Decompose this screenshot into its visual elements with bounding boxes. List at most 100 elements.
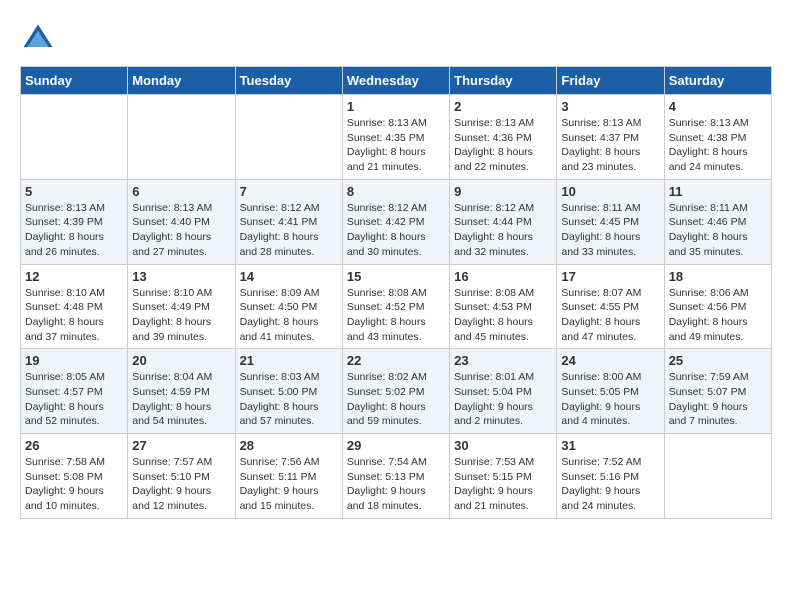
day-content: Sunrise: 8:13 AM Sunset: 4:40 PM Dayligh… — [132, 201, 230, 260]
calendar-cell: 20 Sunrise: 8:04 AM Sunset: 4:59 PM Dayli… — [128, 349, 235, 434]
calendar-cell: 25 Sunrise: 7:59 AM Sunset: 5:07 PM Dayli… — [664, 349, 771, 434]
day-content: Sunrise: 8:08 AM Sunset: 4:52 PM Dayligh… — [347, 286, 445, 345]
day-number: 4 — [669, 99, 767, 114]
day-content: Sunrise: 8:06 AM Sunset: 4:56 PM Dayligh… — [669, 286, 767, 345]
calendar-week-row: 5 Sunrise: 8:13 AM Sunset: 4:39 PM Daylig… — [21, 179, 772, 264]
day-number: 19 — [25, 353, 123, 368]
day-content: Sunrise: 8:12 AM Sunset: 4:41 PM Dayligh… — [240, 201, 338, 260]
day-content: Sunrise: 7:57 AM Sunset: 5:10 PM Dayligh… — [132, 455, 230, 514]
calendar-cell: 8 Sunrise: 8:12 AM Sunset: 4:42 PM Daylig… — [342, 179, 449, 264]
day-content: Sunrise: 8:00 AM Sunset: 5:05 PM Dayligh… — [561, 370, 659, 429]
calendar-cell: 9Sunrise: 8:12 AM Sunset: 4:44 PM Daylig… — [450, 179, 557, 264]
day-number: 5 — [25, 184, 123, 199]
calendar-week-row: 19 Sunrise: 8:05 AM Sunset: 4:57 PM Dayli… — [21, 349, 772, 434]
day-number: 16 — [454, 269, 552, 284]
calendar-cell: 28Sunrise: 7:56 AM Sunset: 5:11 PM Dayli… — [235, 434, 342, 519]
calendar-cell: 23 Sunrise: 8:01 AM Sunset: 5:04 PM Dayli… — [450, 349, 557, 434]
day-header-saturday: Saturday — [664, 67, 771, 95]
calendar-cell: 26Sunrise: 7:58 AM Sunset: 5:08 PM Dayli… — [21, 434, 128, 519]
calendar-table: SundayMondayTuesdayWednesdayThursdayFrid… — [20, 66, 772, 519]
day-number: 20 — [132, 353, 230, 368]
day-content: Sunrise: 8:13 AM Sunset: 4:35 PM Dayligh… — [347, 116, 445, 175]
calendar-cell: 13Sunrise: 8:10 AM Sunset: 4:49 PM Dayli… — [128, 264, 235, 349]
day-number: 12 — [25, 269, 123, 284]
day-content: Sunrise: 7:59 AM Sunset: 5:07 PM Dayligh… — [669, 370, 767, 429]
calendar-cell — [128, 95, 235, 180]
page-header — [20, 20, 772, 56]
day-header-thursday: Thursday — [450, 67, 557, 95]
calendar-cell: 3 Sunrise: 8:13 AM Sunset: 4:37 PM Daylig… — [557, 95, 664, 180]
calendar-cell: 22 Sunrise: 8:02 AM Sunset: 5:02 PM Dayli… — [342, 349, 449, 434]
calendar-cell: 31 Sunrise: 7:52 AM Sunset: 5:16 PM Dayli… — [557, 434, 664, 519]
day-number: 13 — [132, 269, 230, 284]
day-content: Sunrise: 8:11 AM Sunset: 4:45 PM Dayligh… — [561, 201, 659, 260]
calendar-cell: 11 Sunrise: 8:11 AM Sunset: 4:46 PM Dayli… — [664, 179, 771, 264]
calendar-cell: 30 Sunrise: 7:53 AM Sunset: 5:15 PM Dayli… — [450, 434, 557, 519]
day-number: 17 — [561, 269, 659, 284]
day-content: Sunrise: 7:53 AM Sunset: 5:15 PM Dayligh… — [454, 455, 552, 514]
day-content: Sunrise: 8:11 AM Sunset: 4:46 PM Dayligh… — [669, 201, 767, 260]
day-content: Sunrise: 8:04 AM Sunset: 4:59 PM Dayligh… — [132, 370, 230, 429]
calendar-cell: 10 Sunrise: 8:11 AM Sunset: 4:45 PM Dayli… — [557, 179, 664, 264]
calendar-cell: 6 Sunrise: 8:13 AM Sunset: 4:40 PM Daylig… — [128, 179, 235, 264]
day-number: 9 — [454, 184, 552, 199]
day-number: 2 — [454, 99, 552, 114]
calendar-cell: 19 Sunrise: 8:05 AM Sunset: 4:57 PM Dayli… — [21, 349, 128, 434]
calendar-cell: 12 Sunrise: 8:10 AM Sunset: 4:48 PM Dayli… — [21, 264, 128, 349]
calendar-cell: 16 Sunrise: 8:08 AM Sunset: 4:53 PM Dayli… — [450, 264, 557, 349]
calendar-cell: 18 Sunrise: 8:06 AM Sunset: 4:56 PM Dayli… — [664, 264, 771, 349]
calendar-cell: 7 Sunrise: 8:12 AM Sunset: 4:41 PM Daylig… — [235, 179, 342, 264]
day-number: 31 — [561, 438, 659, 453]
calendar-cell: 5 Sunrise: 8:13 AM Sunset: 4:39 PM Daylig… — [21, 179, 128, 264]
calendar-cell: 14 Sunrise: 8:09 AM Sunset: 4:50 PM Dayli… — [235, 264, 342, 349]
day-number: 1 — [347, 99, 445, 114]
day-number: 10 — [561, 184, 659, 199]
day-header-monday: Monday — [128, 67, 235, 95]
calendar-week-row: 26Sunrise: 7:58 AM Sunset: 5:08 PM Dayli… — [21, 434, 772, 519]
day-content: Sunrise: 8:13 AM Sunset: 4:39 PM Dayligh… — [25, 201, 123, 260]
day-content: Sunrise: 8:07 AM Sunset: 4:55 PM Dayligh… — [561, 286, 659, 345]
day-header-friday: Friday — [557, 67, 664, 95]
day-number: 8 — [347, 184, 445, 199]
day-header-wednesday: Wednesday — [342, 67, 449, 95]
calendar-cell: 17 Sunrise: 8:07 AM Sunset: 4:55 PM Dayli… — [557, 264, 664, 349]
day-number: 3 — [561, 99, 659, 114]
day-content: Sunrise: 8:13 AM Sunset: 4:37 PM Dayligh… — [561, 116, 659, 175]
day-content: Sunrise: 8:03 AM Sunset: 5:00 PM Dayligh… — [240, 370, 338, 429]
day-number: 26 — [25, 438, 123, 453]
day-number: 14 — [240, 269, 338, 284]
day-number: 18 — [669, 269, 767, 284]
day-content: Sunrise: 8:08 AM Sunset: 4:53 PM Dayligh… — [454, 286, 552, 345]
day-number: 21 — [240, 353, 338, 368]
day-number: 30 — [454, 438, 552, 453]
day-number: 27 — [132, 438, 230, 453]
day-number: 7 — [240, 184, 338, 199]
day-number: 22 — [347, 353, 445, 368]
logo-icon — [20, 20, 56, 56]
day-content: Sunrise: 8:02 AM Sunset: 5:02 PM Dayligh… — [347, 370, 445, 429]
calendar-cell: 24 Sunrise: 8:00 AM Sunset: 5:05 PM Dayli… — [557, 349, 664, 434]
calendar-cell: 2Sunrise: 8:13 AM Sunset: 4:36 PM Daylig… — [450, 95, 557, 180]
calendar-week-row: 12 Sunrise: 8:10 AM Sunset: 4:48 PM Dayli… — [21, 264, 772, 349]
logo — [20, 20, 62, 56]
day-content: Sunrise: 7:52 AM Sunset: 5:16 PM Dayligh… — [561, 455, 659, 514]
calendar-header-row: SundayMondayTuesdayWednesdayThursdayFrid… — [21, 67, 772, 95]
day-number: 28 — [240, 438, 338, 453]
day-content: Sunrise: 8:10 AM Sunset: 4:48 PM Dayligh… — [25, 286, 123, 345]
calendar-week-row: 1 Sunrise: 8:13 AM Sunset: 4:35 PM Daylig… — [21, 95, 772, 180]
day-number: 15 — [347, 269, 445, 284]
day-number: 25 — [669, 353, 767, 368]
day-content: Sunrise: 8:09 AM Sunset: 4:50 PM Dayligh… — [240, 286, 338, 345]
day-number: 11 — [669, 184, 767, 199]
day-content: Sunrise: 8:05 AM Sunset: 4:57 PM Dayligh… — [25, 370, 123, 429]
calendar-cell: 15 Sunrise: 8:08 AM Sunset: 4:52 PM Dayli… — [342, 264, 449, 349]
day-number: 6 — [132, 184, 230, 199]
day-number: 24 — [561, 353, 659, 368]
day-content: Sunrise: 8:12 AM Sunset: 4:42 PM Dayligh… — [347, 201, 445, 260]
calendar-cell: 1 Sunrise: 8:13 AM Sunset: 4:35 PM Daylig… — [342, 95, 449, 180]
day-content: Sunrise: 8:01 AM Sunset: 5:04 PM Dayligh… — [454, 370, 552, 429]
calendar-cell: 21 Sunrise: 8:03 AM Sunset: 5:00 PM Dayli… — [235, 349, 342, 434]
day-content: Sunrise: 7:54 AM Sunset: 5:13 PM Dayligh… — [347, 455, 445, 514]
day-number: 23 — [454, 353, 552, 368]
day-header-sunday: Sunday — [21, 67, 128, 95]
